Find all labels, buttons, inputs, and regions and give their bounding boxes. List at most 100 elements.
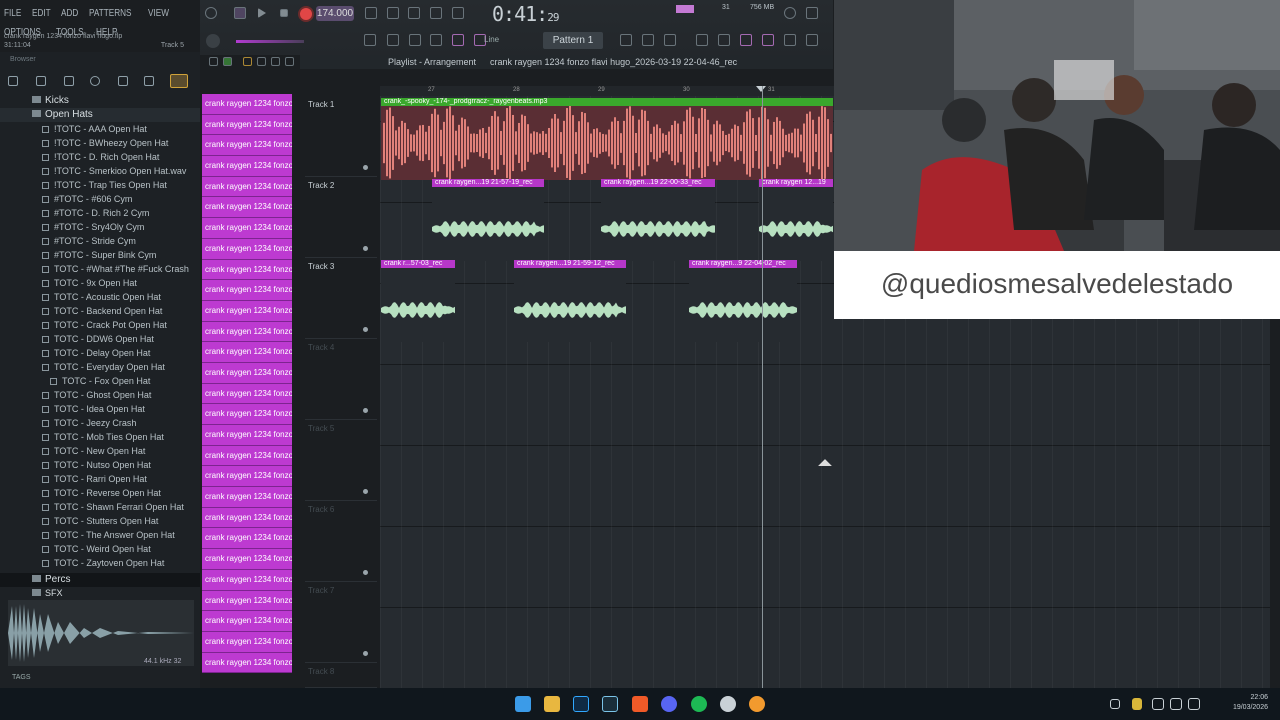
microphone-icon[interactable] [1132,698,1142,710]
channel-button[interactable]: crank raygen 1234 fonzo... [202,300,292,322]
menu-edit[interactable]: EDIT [32,8,51,19]
browser-item[interactable]: TOTC - Mob Ties Open Hat [0,430,200,444]
tags-label[interactable]: TAGS [12,674,31,681]
browser-item[interactable]: TOTC - The Answer Open Hat [0,528,200,542]
pattern-selector[interactable]: Pattern 1 [543,32,603,49]
folder-percs[interactable]: Percs [0,573,200,587]
paint-icon[interactable] [257,57,266,66]
piano-roll-icon[interactable] [620,34,632,46]
metronome-icon[interactable] [365,7,377,19]
refresh-icon[interactable] [784,7,796,19]
track-header[interactable]: Track 4 [305,339,377,420]
track-header[interactable]: Track 8 [305,663,377,688]
browser-item[interactable]: TOTC - Crack Pot Open Hat [0,318,200,332]
record-button[interactable] [298,6,314,22]
browser-item[interactable]: TOTC - Jeezy Crash [0,416,200,430]
sample-preview-waveform[interactable] [8,600,194,666]
browser-item[interactable]: TOTC - Fox Open Hat [0,374,200,388]
pat-song-toggle-icon[interactable] [205,7,217,19]
channel-button[interactable]: crank raygen 1234 fonzo... [202,94,292,115]
blend-icon[interactable] [430,7,442,19]
channel-button[interactable]: crank raygen 1234 fonzo... [202,611,292,632]
play-icon[interactable] [258,8,266,18]
cloud-icon[interactable] [118,76,128,86]
pencil-icon[interactable] [409,34,421,46]
channel-button[interactable]: crank raygen 1234 fonzo... [202,528,292,550]
menu-arrow-icon[interactable] [209,57,218,66]
discord-icon[interactable] [661,696,677,712]
master-volume-knob[interactable] [206,34,220,48]
channel-button[interactable]: crank raygen 1234 fonzo... [202,238,292,260]
browser-item[interactable]: TOTC - Stutters Open Hat [0,514,200,528]
channel-button[interactable]: crank raygen 1234 fonzo... [202,342,292,363]
collapse-icon[interactable] [36,76,46,86]
file-explorer-icon[interactable] [544,696,560,712]
tempo-display[interactable]: 174.000 [316,6,354,21]
magnet-icon[interactable] [452,34,464,46]
browser-item[interactable]: TOTC - Weird Open Hat [0,542,200,556]
channel-button[interactable]: crank raygen 1234 fonzo... [202,135,292,157]
channel-button[interactable]: crank raygen 1234 fonzo... [202,218,292,239]
channel-button[interactable]: crank raygen 1234 fonzo... [202,466,292,488]
spotify-icon[interactable] [691,696,707,712]
audio-clip-recording[interactable]: crank raygen...9 22-04-02_rec [689,260,797,342]
channel-button[interactable]: crank raygen 1234 fonzo... [202,197,292,219]
track-led-icon[interactable] [363,651,368,656]
channel-button[interactable]: crank raygen 1234 fonzo... [202,156,292,177]
link-icon[interactable] [430,34,442,46]
browser-item[interactable]: TOTC - Ghost Open Hat [0,388,200,402]
obs-icon[interactable] [720,696,736,712]
audio-clip-recording[interactable]: crank r...57-03_rec [381,260,455,342]
browser-item[interactable]: TOTC - Everyday Open Hat [0,360,200,374]
snap-green-icon[interactable] [223,57,232,66]
stop-icon[interactable] [280,9,288,17]
audio-clip-recording[interactable]: crank raygen...19 21-59-12_rec [514,260,626,342]
channel-button[interactable]: crank raygen 1234 fonzo... [202,176,292,198]
master-pitch-slider[interactable] [236,40,304,43]
channel-button[interactable]: crank raygen 1234 fonzo... [202,549,292,570]
channel-button[interactable]: crank raygen 1234 fonzo... [202,259,292,281]
browser-item[interactable]: TOTC - Rarri Open Hat [0,472,200,486]
channel-button[interactable]: crank raygen 1234 fonzo... [202,445,292,467]
browser-item[interactable]: #TOTC - Sry4Oly Cym [0,220,200,234]
plugin-picker-icon[interactable] [740,34,752,46]
channel-button[interactable]: crank raygen 1234 fonzo... [202,383,292,405]
audio-clip-beat[interactable]: crank_-spooky_-174-_prodgrracz-_raygenbe… [381,98,833,180]
browser-item[interactable]: TOTC - New Open Hat [0,444,200,458]
browser-item[interactable]: !TOTC - D. Rich Open Hat [0,150,200,164]
browser-item[interactable]: TOTC - Nutso Open Hat [0,458,200,472]
loop-record-icon[interactable] [452,7,464,19]
browser-item[interactable]: !TOTC - Smerkioo Open Hat.wav [0,164,200,178]
battery-icon[interactable] [1188,698,1200,710]
menu-file[interactable]: FILE [4,8,21,19]
folder-sfx[interactable]: SFX [0,588,200,598]
track-led-icon[interactable] [363,327,368,332]
draw-icon[interactable] [243,57,252,66]
arrow-right-icon[interactable] [387,34,399,46]
search-icon[interactable] [90,76,100,86]
channel-button[interactable]: crank raygen 1234 fonzo... [202,590,292,612]
cross-icon[interactable] [806,7,818,19]
network-icon[interactable] [1152,698,1164,710]
mode-icon[interactable] [234,7,246,19]
playhead-marker[interactable] [756,86,766,92]
browser-item[interactable]: #TOTC - Super Bink Cym [0,248,200,262]
browser-item[interactable]: !TOTC - Trap Ties Open Hat [0,178,200,192]
windows-start-icon[interactable] [515,696,531,712]
browser-item[interactable]: TOTC - 9x Open Hat [0,276,200,290]
brush-icon[interactable] [762,34,774,46]
timeline-ruler[interactable]: 27 28 29 30 31 [380,86,835,96]
star-icon[interactable] [144,76,154,86]
audio-clip-recording[interactable]: crank raygen 12...19 [759,179,833,261]
channel-button[interactable]: crank raygen 1234 fonzo... [202,569,292,591]
channel-button[interactable]: crank raygen 1234 fonzo... [202,280,292,301]
system-clock[interactable]: 22:06 19/03/2026 [1233,693,1268,713]
browser-item[interactable]: #TOTC - Stride Cym [0,234,200,248]
audio-clip-recording[interactable]: crank raygen...19 21-57-19_rec [432,179,544,261]
browser-item[interactable]: TOTC - Shawn Ferrari Open Hat [0,500,200,514]
browser-item[interactable]: TOTC - Idea Open Hat [0,402,200,416]
browser-icon[interactable] [696,34,708,46]
browser-item[interactable]: TOTC - DDW6 Open Hat [0,332,200,346]
mute-icon[interactable] [285,57,294,66]
close-tools-icon[interactable] [806,34,818,46]
